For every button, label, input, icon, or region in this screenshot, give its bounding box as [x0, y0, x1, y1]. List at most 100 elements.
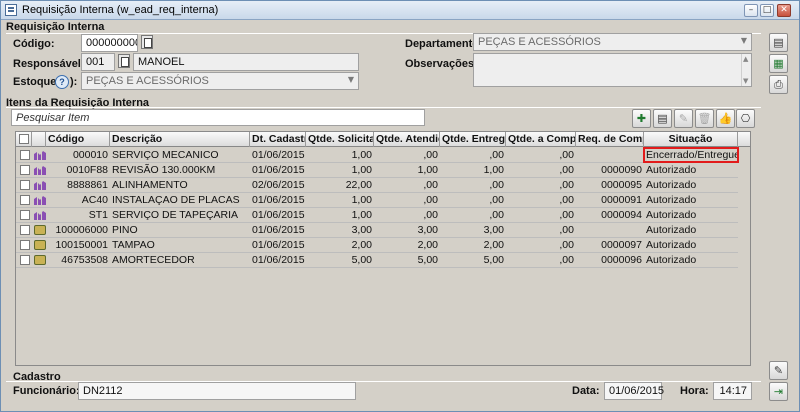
- delete-icon[interactable]: 🗑: [695, 109, 714, 128]
- cell-req-compra: 0000090: [601, 164, 642, 176]
- cell-qtde-solicitada: 22,00: [345, 179, 372, 191]
- observacoes-textarea[interactable]: ▲ ▼: [473, 53, 752, 87]
- report-icon[interactable]: ✎: [769, 361, 788, 380]
- cell-qtde-entregue: ,00: [489, 179, 504, 191]
- row-checkbox[interactable]: [20, 225, 30, 235]
- row-checkbox[interactable]: [20, 150, 30, 160]
- codigo-lookup-icon[interactable]: [141, 35, 153, 49]
- responsavel-lookup-icon[interactable]: [118, 54, 130, 68]
- cell-descricao: AMORTECEDOR: [112, 254, 195, 266]
- spreadsheet-icon[interactable]: ▦: [769, 54, 788, 73]
- scroll-down-icon[interactable]: ▼: [743, 77, 748, 85]
- type-column-header: [32, 132, 46, 147]
- row-checkbox[interactable]: [20, 165, 30, 175]
- col-qtde-atendida[interactable]: Qtde. Atendida: [374, 132, 440, 147]
- table-row[interactable]: 100006000 PINO 01/06/2015 3,00 3,00 3,00 ,00 Au…: [16, 223, 738, 238]
- table-row[interactable]: 100150001 TAMPAO 01/06/2015 2,00 2,00 2,00 ,00…: [16, 238, 738, 253]
- window-title: Requisição Interna (w_ead_req_interna): [22, 4, 219, 16]
- cell-qtde-comprar: ,00: [559, 179, 574, 191]
- camera-icon[interactable]: ⎔: [736, 109, 755, 128]
- search-input[interactable]: Pesquisar Item: [11, 109, 425, 126]
- cell-codigo: 100150001: [55, 239, 108, 251]
- exit-icon[interactable]: ⇥: [769, 382, 788, 401]
- cell-qtde-atendida: ,00: [423, 149, 438, 161]
- funcionario-value: DN2112: [83, 385, 123, 397]
- cell-descricao: ALINHAMENTO: [112, 179, 188, 191]
- cell-dt-cadastro: 01/06/2015: [252, 164, 305, 176]
- table-row[interactable]: 0010F88 REVISÃO 130.000KM 01/06/2015 1,00 1,…: [16, 163, 738, 178]
- cell-req-compra: [576, 223, 644, 237]
- col-descricao[interactable]: Descrição: [110, 132, 250, 147]
- thumbs-up-icon[interactable]: 👍: [716, 109, 735, 128]
- cell-descricao: TAMPAO: [112, 239, 155, 251]
- product-icon: [34, 240, 46, 250]
- cell-codigo: 8888861: [67, 179, 108, 191]
- departamento-select[interactable]: PEÇAS E ACESSÓRIOS ▼: [473, 33, 752, 51]
- row-checkbox[interactable]: [20, 210, 30, 220]
- col-req-compra[interactable]: Req. de Compra: [576, 132, 644, 147]
- cell-situacao: Autorizado: [646, 224, 697, 236]
- cell-qtde-atendida: ,00: [423, 209, 438, 221]
- select-all-cell: [16, 132, 32, 147]
- scroll-up-icon[interactable]: ▲: [743, 55, 748, 63]
- cell-dt-cadastro: 01/06/2015: [252, 194, 305, 206]
- cell-req-compra: 0000097: [601, 239, 642, 251]
- hora-label: Hora:: [680, 385, 709, 397]
- chevron-down-icon: ▼: [347, 75, 354, 84]
- estoque-value: PEÇAS E ACESSÓRIOS: [86, 75, 209, 87]
- maximize-icon[interactable]: □: [760, 4, 774, 17]
- table-row[interactable]: 46753508 AMORTECEDOR 01/06/2015 5,00 5,00 5,0…: [16, 253, 738, 268]
- col-qtde-solicitada[interactable]: Qtde. Solicitada: [306, 132, 374, 147]
- main-window: Requisição Interna (w_ead_req_interna) –…: [0, 0, 800, 412]
- close-icon[interactable]: ✕: [777, 4, 791, 17]
- codigo-value: 0000000001: [86, 37, 137, 49]
- add-icon[interactable]: ✚: [632, 109, 651, 128]
- add-batch-icon[interactable]: ▤: [653, 109, 672, 128]
- data-value: 01/06/2015: [609, 385, 665, 397]
- print-preview-icon[interactable]: ⎙: [769, 75, 788, 94]
- service-icon: [34, 181, 46, 190]
- row-checkbox[interactable]: [20, 255, 30, 265]
- cell-req-compra: [576, 148, 644, 162]
- cell-dt-cadastro: 01/06/2015: [252, 224, 305, 236]
- row-checkbox[interactable]: [20, 195, 30, 205]
- cell-qtde-solicitada: 1,00: [351, 209, 372, 221]
- edit-icon[interactable]: ✎: [674, 109, 693, 128]
- items-divider: [6, 107, 761, 108]
- cell-qtde-atendida: 3,00: [417, 224, 438, 236]
- minimize-icon[interactable]: –: [744, 4, 758, 17]
- table-row[interactable]: 8888861 ALINHAMENTO 02/06/2015 22,00 ,00 ,00,…: [16, 178, 738, 193]
- funcionario-label: Funcionário:: [13, 385, 80, 397]
- grid-settings-icon[interactable]: ▤: [769, 33, 788, 52]
- cell-qtde-solicitada: 1,00: [351, 194, 372, 206]
- row-checkbox[interactable]: [20, 240, 30, 250]
- responsavel-code: 001: [86, 56, 105, 68]
- responsavel-name-field[interactable]: MANOEL: [133, 53, 359, 71]
- col-codigo[interactable]: Código: [46, 132, 110, 147]
- help-icon[interactable]: ?: [55, 75, 69, 89]
- estoque-select[interactable]: PEÇAS E ACESSÓRIOS ▼: [81, 72, 359, 90]
- app-icon: [5, 4, 17, 16]
- table-row[interactable]: AC40 INSTALAÇAO DE PLACAS 01/06/2015 1,00 ,0…: [16, 193, 738, 208]
- hora-value: 14:17: [719, 385, 747, 397]
- table-row[interactable]: ST1 SERVIÇO DE TAPEÇARIA 01/06/2015 1,00 ,00…: [16, 208, 738, 223]
- funcionario-field[interactable]: DN2112: [78, 382, 356, 400]
- cell-situacao: Autorizado: [646, 239, 697, 251]
- cell-req-compra: 0000094: [601, 209, 642, 221]
- cell-codigo: 0010F88: [66, 164, 108, 176]
- cell-descricao: INSTALAÇAO DE PLACAS: [112, 194, 240, 206]
- cell-situacao: Autorizado: [646, 164, 697, 176]
- col-situacao[interactable]: Situação: [644, 132, 738, 147]
- table-row[interactable]: 000010 SERVIÇO MECANICO 01/06/2015 1,00 ,00,…: [16, 147, 739, 163]
- codigo-field[interactable]: 0000000001: [81, 34, 138, 52]
- col-dt-cadastro[interactable]: Dt. Cadastro: [250, 132, 306, 147]
- row-checkbox[interactable]: [20, 180, 30, 190]
- col-qtde-comprar[interactable]: Qtde. a Comprar: [506, 132, 576, 147]
- data-field[interactable]: 01/06/2015: [604, 382, 665, 400]
- col-qtde-entregue[interactable]: Qtde. Entregue: [440, 132, 506, 147]
- cell-qtde-comprar: ,00: [559, 149, 574, 161]
- observacoes-scrollbar[interactable]: ▲ ▼: [741, 54, 751, 86]
- select-all-checkbox[interactable]: [19, 134, 29, 144]
- responsavel-code-field[interactable]: 001: [81, 53, 115, 71]
- hora-field[interactable]: 14:17: [713, 382, 752, 400]
